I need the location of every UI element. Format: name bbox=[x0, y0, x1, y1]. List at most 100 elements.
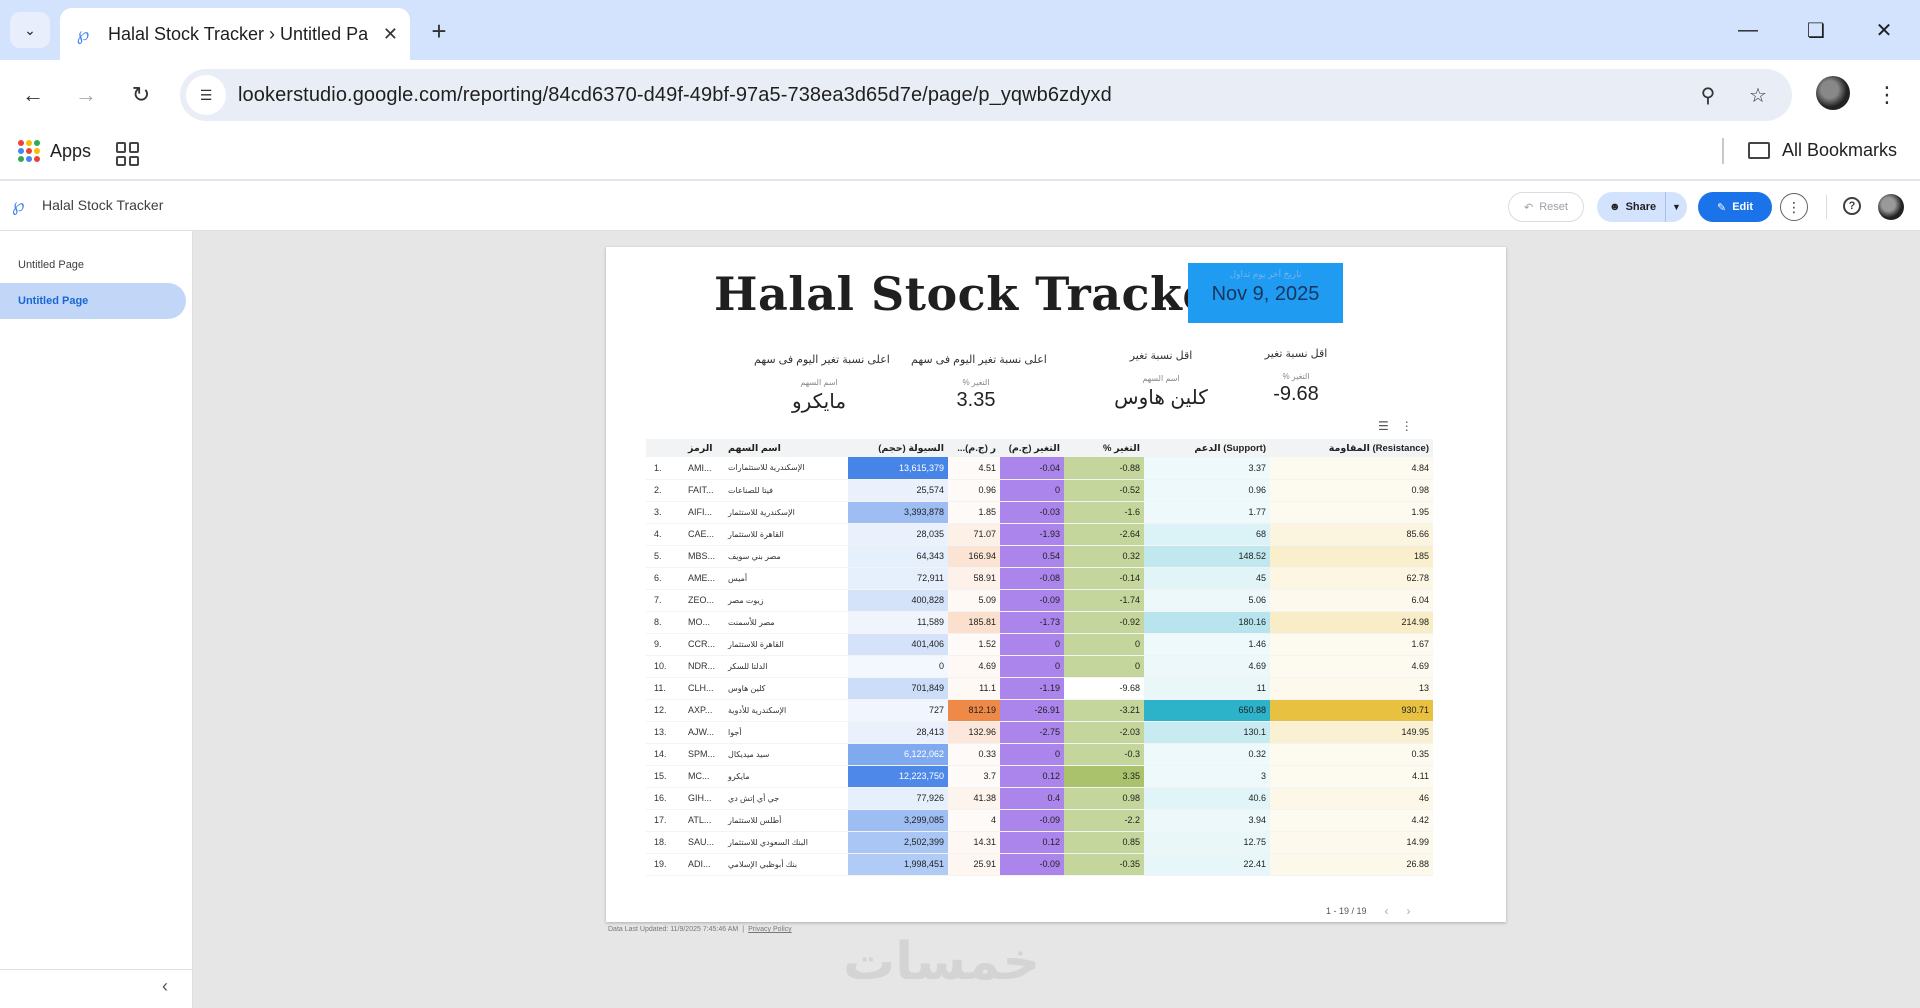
column-header[interactable]: اسم السهم bbox=[724, 439, 848, 457]
column-header[interactable]: ...ر (ج.م) bbox=[948, 439, 1000, 457]
more-options-icon[interactable]: ⋮ bbox=[1780, 193, 1808, 221]
pages-sidebar: Untitled Page Untitled Page ‹ bbox=[0, 231, 193, 1008]
share-button[interactable]: ☻ Share ▼ bbox=[1597, 192, 1687, 222]
tab-groups-icon[interactable] bbox=[116, 142, 140, 166]
privacy-policy-link[interactable]: Privacy Policy bbox=[748, 926, 792, 933]
table-cell: 26.88 bbox=[1270, 853, 1433, 876]
table-cell: -26.91 bbox=[1000, 699, 1064, 722]
undo-icon: ↶ bbox=[1524, 201, 1534, 214]
table-cell: 25,574 bbox=[848, 479, 948, 502]
new-tab-button[interactable]: + bbox=[422, 14, 456, 48]
table-row[interactable]: 3. AIFI... الإسكندرية للاستثمار 3,393,878 1.… bbox=[646, 501, 1433, 524]
table-cell: 180.16 bbox=[1144, 611, 1270, 634]
table-cell: 0.12 bbox=[1000, 765, 1064, 788]
back-arrow-icon[interactable]: ← bbox=[14, 76, 52, 114]
table-row[interactable]: 11. CLH... كلين هاوس 701,849 11.1 -1.19 -9.68 1… bbox=[646, 677, 1433, 700]
tab-title: Halal Stock Tracker › Untitled Page bbox=[108, 23, 368, 44]
table-cell: 3,299,085 bbox=[848, 809, 948, 832]
table-row[interactable]: 16. GIH... جي أي إتش دي 77,926 41.38 0.4 0.98 4… bbox=[646, 787, 1433, 810]
table-cell: البنك السعودي للاستثمار bbox=[724, 831, 848, 854]
table-cell: 3.35 bbox=[1064, 765, 1144, 788]
browser-menu-icon[interactable]: ⋮ bbox=[1870, 76, 1904, 114]
table-cell: CCR... bbox=[684, 633, 724, 656]
table-cell: 3 bbox=[1144, 765, 1270, 788]
table-cell: 132.96 bbox=[948, 721, 1000, 744]
column-header[interactable]: % التغير bbox=[1064, 439, 1144, 457]
bookmark-star-icon[interactable]: ☆ bbox=[1740, 77, 1776, 113]
table-cell: 6,122,062 bbox=[848, 743, 948, 766]
minimize-icon[interactable]: — bbox=[1726, 12, 1770, 48]
table-row[interactable]: 1. AMI... الإسكندرية للاستثمارات 13,615,379… bbox=[646, 457, 1433, 480]
table-cell: -2.64 bbox=[1064, 523, 1144, 546]
table-row[interactable]: 12. AXP... الإسكندرية للأدوية 727 812.19 -26.… bbox=[646, 699, 1433, 722]
table-cell: 3. bbox=[646, 501, 684, 524]
table-cell: 5. bbox=[646, 545, 684, 568]
kpi-title: اقل نسبة تغير bbox=[1264, 348, 1328, 360]
looker-logo-icon[interactable]: ℘ bbox=[12, 195, 25, 216]
table-cell: 6.04 bbox=[1270, 589, 1433, 612]
table-row[interactable]: 7. ZEO... زيوت مصر 400,828 5.09 -0.09 -1.74 5.0… bbox=[646, 589, 1433, 612]
profile-avatar[interactable] bbox=[1816, 76, 1850, 110]
table-cell: -0.03 bbox=[1000, 501, 1064, 524]
table-cell: -1.73 bbox=[1000, 611, 1064, 634]
close-window-icon[interactable]: ✕ bbox=[1862, 12, 1906, 48]
restore-icon[interactable]: ❏ bbox=[1794, 12, 1838, 48]
all-bookmarks-label: All Bookmarks bbox=[1782, 140, 1898, 160]
site-info-icon[interactable]: ☰ bbox=[186, 75, 226, 115]
table-cell: 0.35 bbox=[1270, 743, 1433, 766]
browser-tab[interactable]: ℘ Halal Stock Tracker › Untitled Page ✕ bbox=[60, 8, 410, 60]
table-cell: 1.52 bbox=[948, 633, 1000, 656]
share-dropdown-icon[interactable]: ▼ bbox=[1665, 192, 1687, 222]
column-header[interactable]: التغير (ج.م) bbox=[1000, 439, 1064, 457]
table-menu-icon[interactable]: ⋮ bbox=[1401, 419, 1413, 433]
column-header[interactable]: الرمز bbox=[684, 439, 724, 457]
column-header[interactable]: السيولة (حجم) bbox=[848, 439, 948, 457]
table-row[interactable]: 14. SPM... سيد ميديكال 6,122,062 0.33 0 -0.3 0.… bbox=[646, 743, 1433, 766]
table-row[interactable]: 2. FAIT... فيتا للصناعات 25,574 0.96 0 -0.52 0.… bbox=[646, 479, 1433, 502]
help-icon[interactable]: ? bbox=[1843, 197, 1861, 215]
column-header[interactable]: الدعم (Support) bbox=[1144, 439, 1270, 457]
table-row[interactable]: 9. CCR... القاهرة للاستثمار 401,406 1.52 0 0 1.… bbox=[646, 633, 1433, 656]
table-cell: 727 bbox=[848, 699, 948, 722]
reset-button[interactable]: ↶ Reset bbox=[1508, 192, 1584, 222]
account-avatar[interactable] bbox=[1878, 194, 1904, 220]
table-cell: القاهرة للاستثمار bbox=[724, 633, 848, 656]
table-row[interactable]: 13. AJW... أجوا 28,413 132.96 -2.75 -2.03 130.1… bbox=[646, 721, 1433, 744]
url-text[interactable]: lookerstudio.google.com/reporting/84cd63… bbox=[238, 84, 1112, 107]
address-bar[interactable]: ☰ lookerstudio.google.com/reporting/84cd… bbox=[180, 69, 1792, 121]
stocks-table: الرمز اسم السهم السيولة (حجم) ...ر (ج.م) الت… bbox=[646, 439, 1433, 876]
next-page-icon[interactable]: › bbox=[1407, 904, 1411, 918]
filter-icon[interactable]: ☰ bbox=[1378, 419, 1389, 433]
table-cell: 185 bbox=[1270, 545, 1433, 568]
table-row[interactable]: 10. NDR... الدلتا للسكر 0 4.69 0 0 4.69 4.69 bbox=[646, 655, 1433, 678]
forward-arrow-icon[interactable]: → bbox=[67, 76, 105, 114]
tab-search-button[interactable]: ⌄ bbox=[10, 12, 50, 48]
reload-icon[interactable]: ↻ bbox=[122, 76, 160, 114]
table-row[interactable]: 19. ADI... بنك أبوظبي الإسلامي 1,998,451 25.… bbox=[646, 853, 1433, 876]
table-row[interactable]: 6. AME... أميس 72,911 58.91 -0.08 -0.14 45 62.78 bbox=[646, 567, 1433, 590]
table-row[interactable]: 18. SAU... البنك السعودي للاستثمار 2,502,39… bbox=[646, 831, 1433, 854]
zoom-icon[interactable]: ⚲ bbox=[1690, 77, 1726, 113]
column-header[interactable]: المقاومة (Resistance) bbox=[1270, 439, 1433, 457]
table-row[interactable]: 5. MBS... مصر بني سويف 64,343 166.94 0.54 0.32… bbox=[646, 545, 1433, 568]
page-item-2-active[interactable]: Untitled Page bbox=[0, 283, 186, 319]
all-bookmarks-button[interactable]: All Bookmarks bbox=[1748, 140, 1897, 161]
report-name[interactable]: Halal Stock Tracker bbox=[42, 197, 163, 213]
table-row[interactable]: 8. MO... مصر للأسمنت 11,589 185.81 -1.73 -0.92… bbox=[646, 611, 1433, 634]
column-header[interactable] bbox=[646, 439, 684, 457]
table-cell: 11 bbox=[1144, 677, 1270, 700]
table-cell: 1.77 bbox=[1144, 501, 1270, 524]
close-tab-icon[interactable]: ✕ bbox=[383, 24, 398, 45]
table-cell: 8. bbox=[646, 611, 684, 634]
page-item-1[interactable]: Untitled Page bbox=[0, 247, 186, 283]
table-cell: -0.92 bbox=[1064, 611, 1144, 634]
add-person-icon: ☻ bbox=[1609, 201, 1621, 213]
prev-page-icon[interactable]: ‹ bbox=[1385, 904, 1389, 918]
collapse-sidebar-icon[interactable]: ‹ bbox=[162, 976, 168, 997]
table-row[interactable]: 15. MC... مايكرو 12,223,750 3.7 0.12 3.35 3 4.11 bbox=[646, 765, 1433, 788]
table-cell: 0.85 bbox=[1064, 831, 1144, 854]
table-row[interactable]: 4. CAE... القاهرة للاستثمار 28,035 71.07 -1.9… bbox=[646, 523, 1433, 546]
table-row[interactable]: 17. ATL... أطلس للاستثمار 3,299,085 4 -0.09 -2… bbox=[646, 809, 1433, 832]
apps-bookmark[interactable]: Apps bbox=[18, 140, 91, 162]
edit-button[interactable]: ✎ Edit bbox=[1698, 192, 1772, 222]
